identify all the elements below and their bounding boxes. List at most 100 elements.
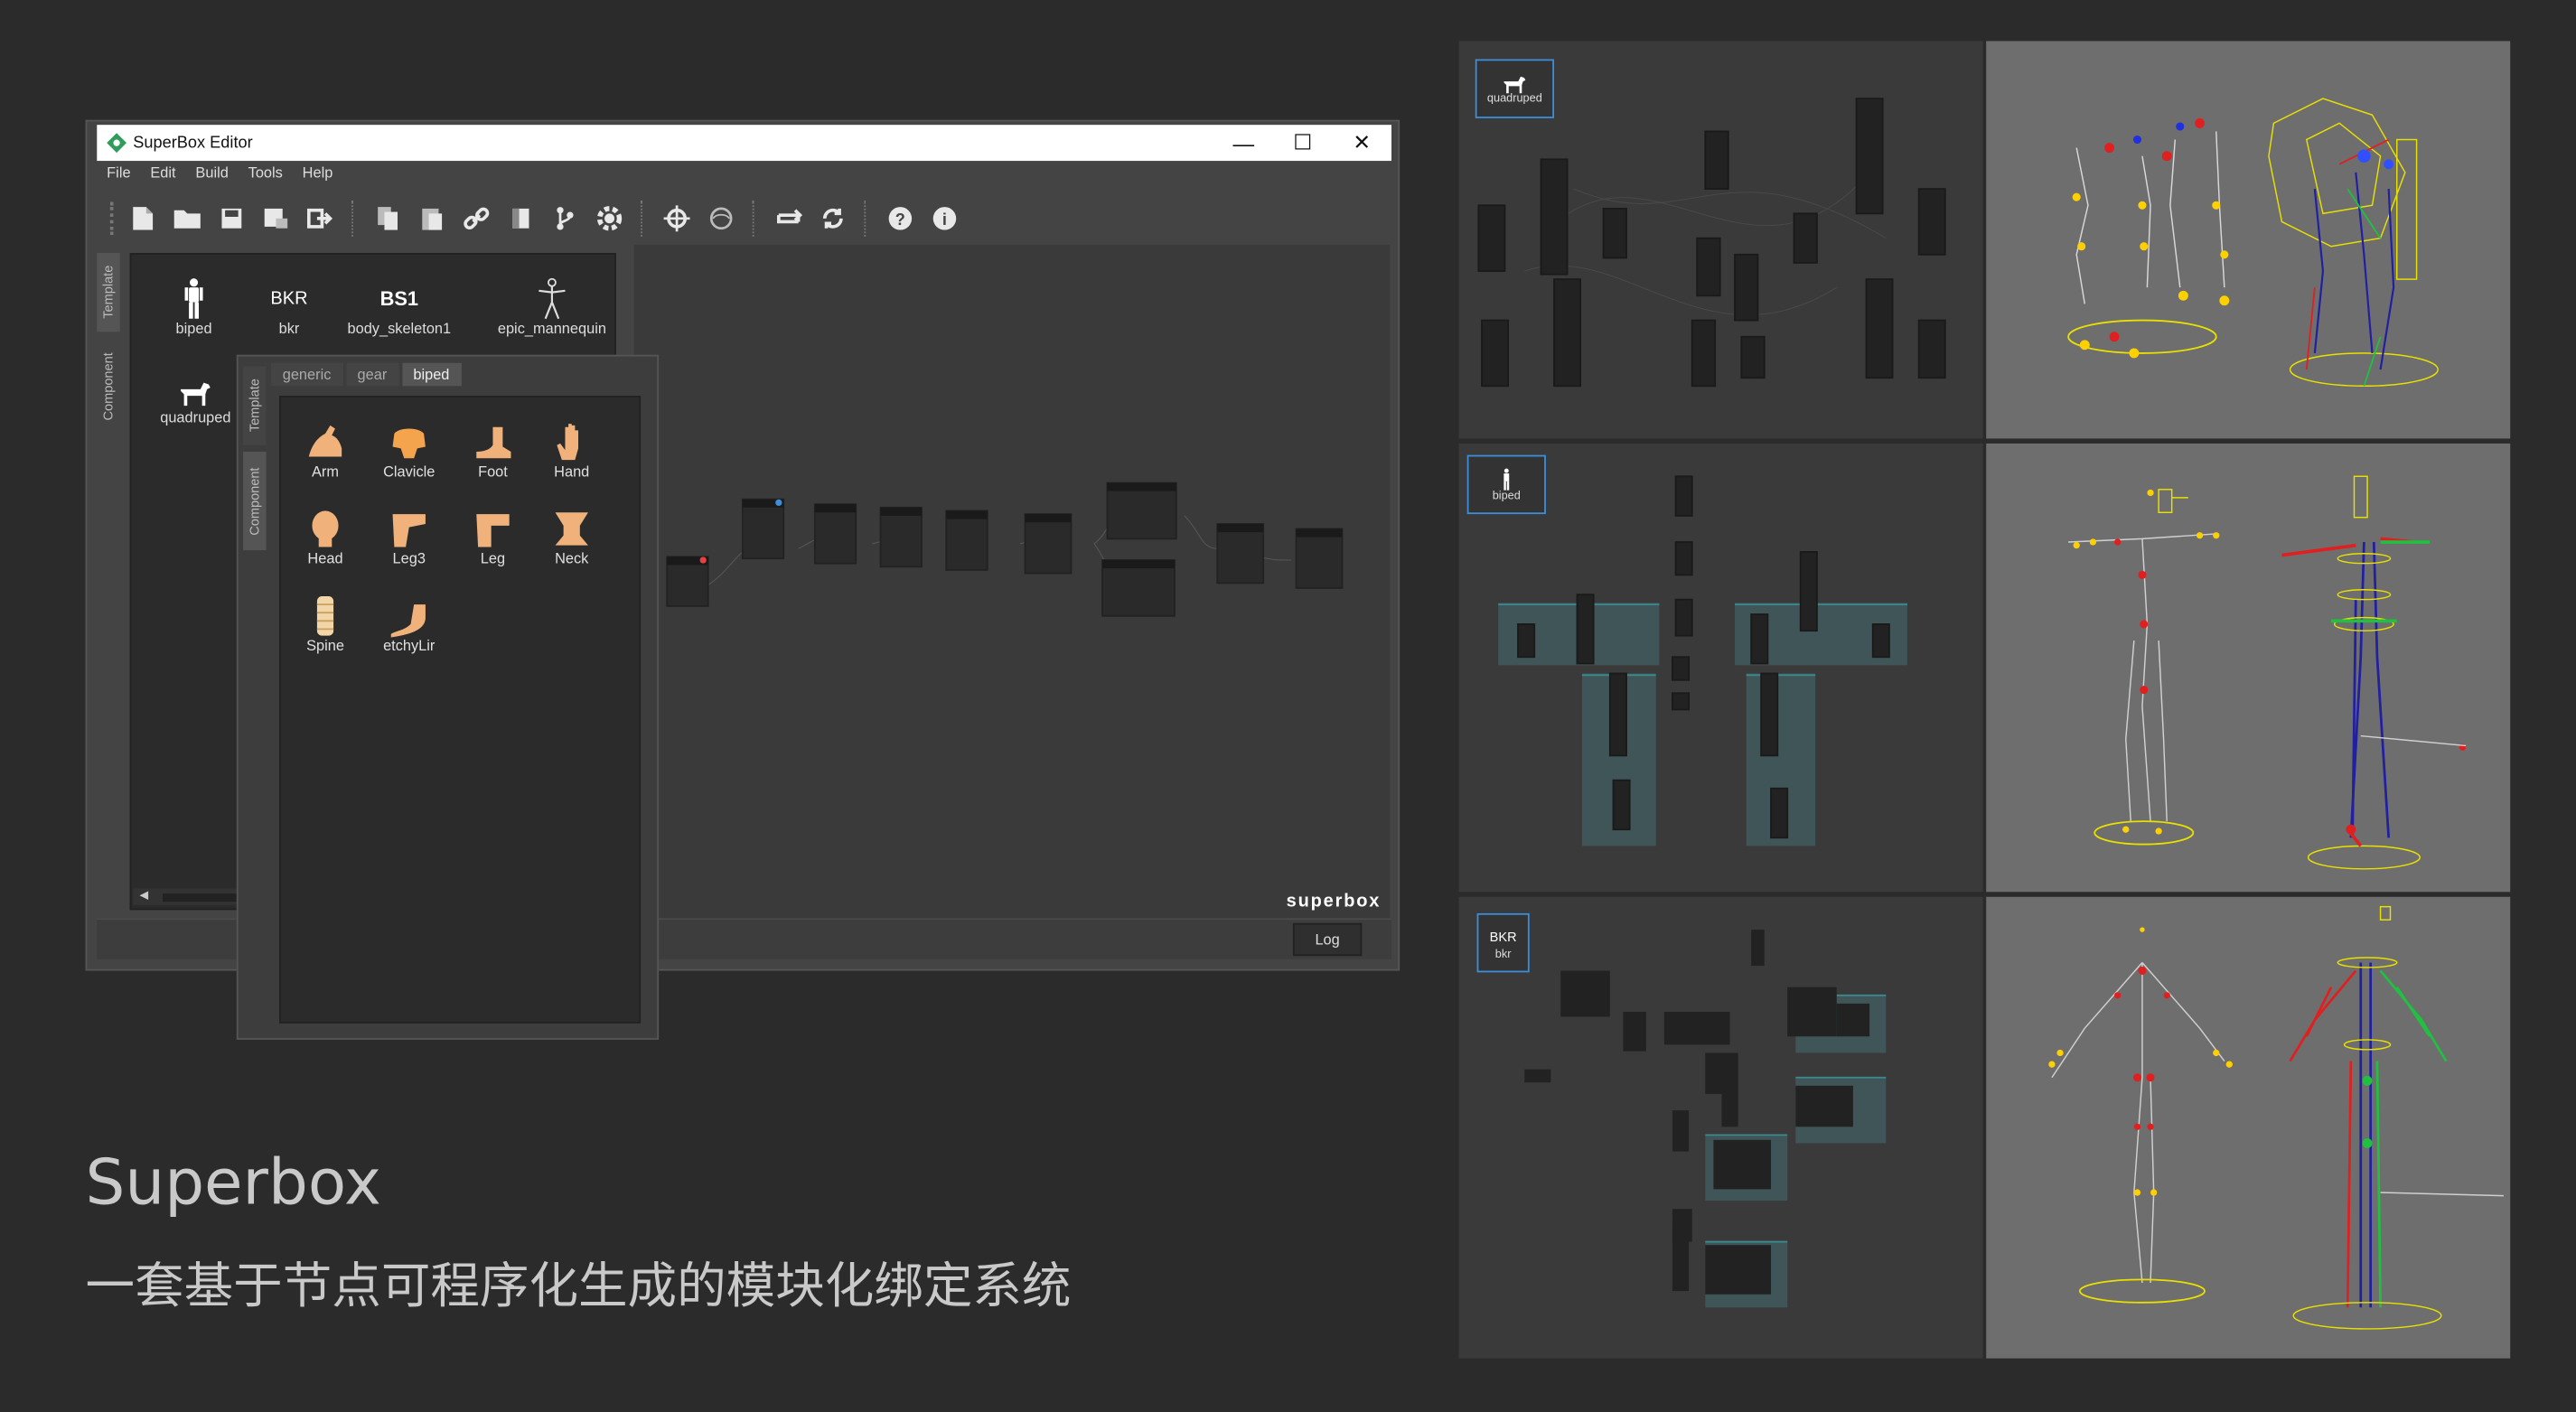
- template-biped[interactable]: biped: [164, 277, 223, 337]
- bkr-nodes: [1524, 930, 1887, 1308]
- window-title: SuperBox Editor: [133, 134, 253, 153]
- biped-icon: [184, 278, 203, 319]
- foot-icon: [476, 426, 511, 459]
- crosshair-icon[interactable]: [654, 199, 698, 238]
- dog-icon: [1503, 75, 1526, 93]
- maximize-button[interactable]: ☐: [1273, 130, 1332, 156]
- bkr-icon: BKR: [270, 289, 308, 309]
- neck-icon: [555, 512, 588, 546]
- toolbar-grip[interactable]: [109, 201, 120, 236]
- template-label: bkr: [278, 320, 300, 337]
- menu-edit[interactable]: Edit: [140, 161, 185, 185]
- menu-help[interactable]: Help: [293, 161, 342, 185]
- settings-gear-icon[interactable]: [586, 199, 631, 238]
- component-hand[interactable]: Hand: [529, 420, 614, 480]
- repeat-icon[interactable]: [765, 199, 810, 238]
- tab-biped[interactable]: biped: [401, 362, 462, 387]
- biped-icon: [1503, 467, 1510, 490]
- product-title: Superbox: [85, 1146, 381, 1220]
- bkr-icon: BKR: [1489, 929, 1517, 944]
- quadruped-3d-viewport[interactable]: [1986, 41, 2511, 439]
- node-graph: [666, 482, 1344, 617]
- template-epic-mannequin[interactable]: epic_mannequin: [490, 277, 614, 337]
- horizontal-scrollbar[interactable]: ◀: [133, 888, 248, 905]
- hand-icon: [557, 424, 579, 461]
- template-label: biped: [175, 320, 212, 337]
- component-floating-panel: Template Component generic gear biped Ar…: [236, 354, 660, 1040]
- head-icon: [312, 510, 339, 547]
- tab-template[interactable]: Template: [243, 366, 267, 445]
- leg3-icon: [392, 514, 426, 547]
- component-stretchy-limb[interactable]: etchyLir: [366, 594, 452, 654]
- menu-bar: File Edit Build Tools Help: [97, 161, 1392, 186]
- clavicle-icon: [392, 428, 426, 459]
- toolbar: ? i: [97, 191, 1391, 247]
- quadruped-rig-preview: [2067, 98, 2439, 388]
- component-foot[interactable]: Foot: [450, 420, 536, 480]
- app-logo-icon: [107, 133, 127, 154]
- component-arm[interactable]: Arm: [283, 420, 369, 480]
- component-leg[interactable]: Leg: [450, 508, 536, 566]
- dog-icon: [181, 382, 211, 407]
- biped-rig-preview: [2068, 475, 2467, 870]
- template-quadruped[interactable]: quadruped: [155, 366, 237, 425]
- bkr-node-graph: BKR bkr: [1458, 896, 1983, 1359]
- sync-icon[interactable]: [810, 199, 854, 238]
- quadruped-node-graph: quadruped: [1458, 41, 1983, 439]
- export-icon[interactable]: [297, 199, 342, 238]
- tab-gear[interactable]: gear: [345, 362, 398, 387]
- svg-text:?: ?: [895, 210, 904, 229]
- scroll-thumb[interactable]: [163, 893, 248, 902]
- template-label: epic_mannequin: [497, 320, 606, 337]
- panel-icon[interactable]: [498, 199, 542, 238]
- component-leg3[interactable]: Leg3: [366, 508, 452, 566]
- component-spine[interactable]: Spine: [283, 594, 369, 654]
- bkr-3d-viewport[interactable]: [1986, 896, 2511, 1359]
- branch-icon[interactable]: [542, 199, 586, 238]
- new-file-icon[interactable]: [120, 199, 164, 238]
- tab-component[interactable]: Component: [97, 338, 120, 435]
- open-folder-icon[interactable]: [164, 199, 209, 238]
- component-neck[interactable]: Neck: [529, 508, 614, 566]
- paste-icon[interactable]: [409, 199, 454, 238]
- mannequin-icon: [539, 277, 566, 320]
- title-bar: SuperBox Editor — ☐ ✕: [97, 125, 1392, 162]
- product-subtitle: 一套基于节点可程序化生成的模块化绑定系统: [85, 1258, 1072, 1316]
- superbox-watermark: superbox: [1286, 892, 1382, 912]
- save-as-icon[interactable]: [253, 199, 297, 238]
- scroll-left-icon[interactable]: ◀: [140, 889, 149, 902]
- component-list: Arm Clavicle Foot Hand Head Leg3 Leg Nec…: [279, 396, 642, 1024]
- copy-icon[interactable]: [365, 199, 409, 238]
- close-button[interactable]: ✕: [1333, 130, 1391, 156]
- refresh-globe-icon[interactable]: [698, 199, 743, 238]
- bs1-icon: BS1: [379, 287, 419, 311]
- link-icon[interactable]: [454, 199, 498, 238]
- help-icon[interactable]: ?: [877, 199, 922, 238]
- info-icon[interactable]: i: [922, 199, 966, 238]
- bkr-badge[interactable]: BKR bkr: [1476, 912, 1530, 973]
- component-clavicle[interactable]: Clavicle: [366, 420, 452, 480]
- biped-badge[interactable]: biped: [1466, 454, 1546, 515]
- tab-template[interactable]: Template: [97, 253, 120, 332]
- leg-icon: [476, 514, 510, 547]
- quadruped-badge[interactable]: quadruped: [1475, 59, 1555, 118]
- arm-icon: [308, 425, 342, 457]
- template-bkr[interactable]: BKR bkr: [263, 277, 315, 337]
- save-icon[interactable]: [209, 199, 253, 238]
- component-tabs: generic gear biped: [271, 362, 464, 387]
- template-body-skeleton1[interactable]: BS1 body_skeleton1: [342, 277, 456, 337]
- node-graph-canvas[interactable]: [633, 244, 1391, 922]
- log-button[interactable]: Log: [1292, 922, 1363, 957]
- bkr-rig-preview: [2048, 905, 2504, 1330]
- menu-tools[interactable]: Tools: [239, 161, 293, 185]
- biped-3d-viewport[interactable]: [1986, 443, 2511, 893]
- menu-file[interactable]: File: [97, 161, 140, 185]
- menu-build[interactable]: Build: [186, 161, 239, 185]
- tab-generic[interactable]: generic: [271, 362, 343, 387]
- biped-node-graph: biped: [1458, 443, 1983, 893]
- tab-component[interactable]: Component: [243, 452, 267, 551]
- svg-text:i: i: [941, 210, 946, 229]
- stretchy-limb-icon: [390, 604, 426, 638]
- component-head[interactable]: Head: [283, 508, 369, 566]
- minimize-button[interactable]: —: [1214, 131, 1273, 155]
